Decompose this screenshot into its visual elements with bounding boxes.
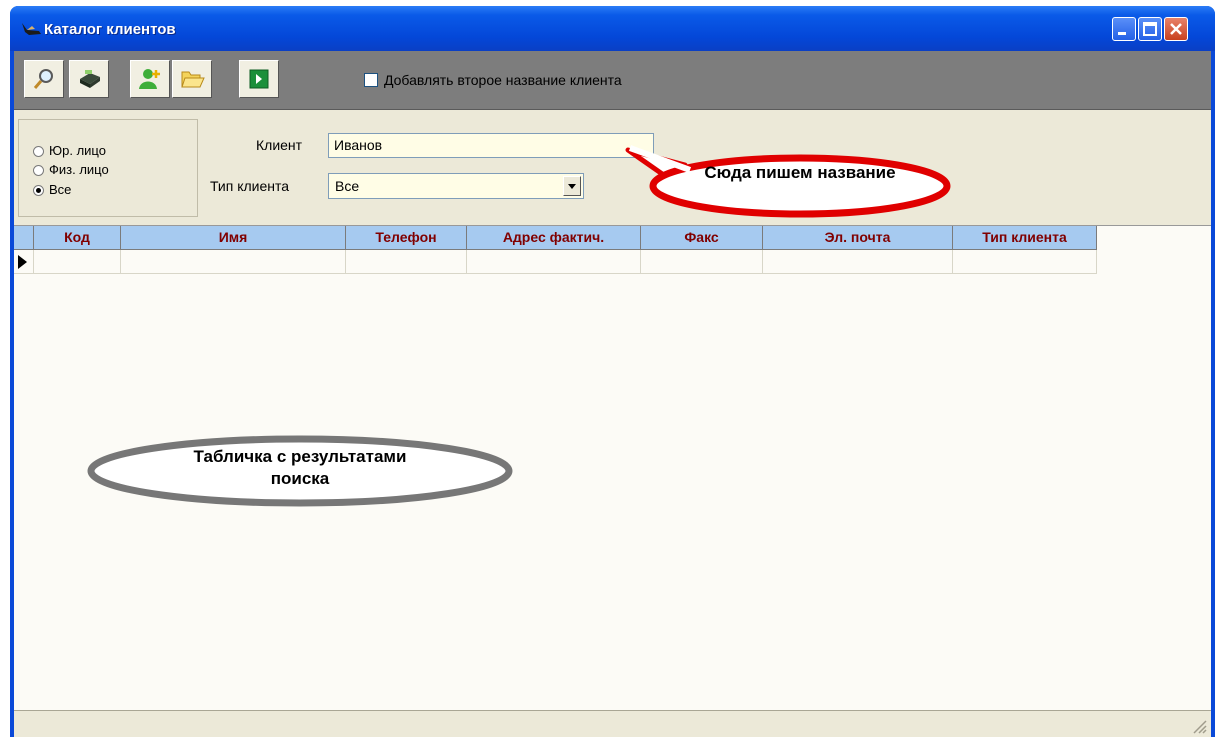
field-hint-callout-text: Сюда пишем название <box>704 163 896 182</box>
annotation-overlay <box>87 145 951 507</box>
table-hint-callout-text: Табличка с результатами поиска <box>193 447 407 488</box>
